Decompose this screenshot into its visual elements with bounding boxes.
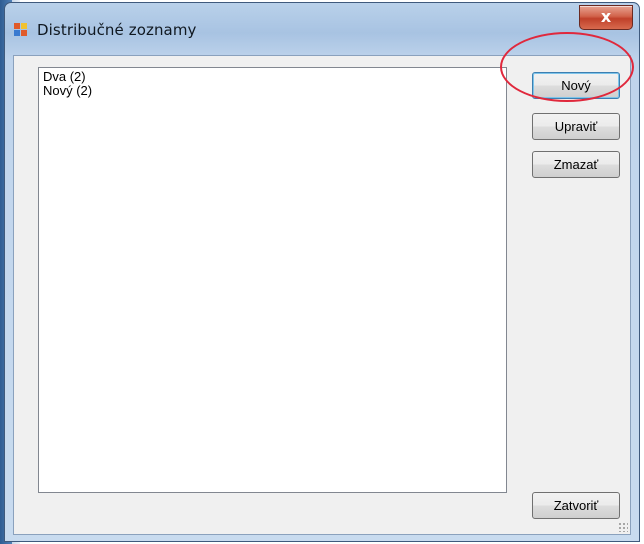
distribution-list-box[interactable]: Dva (2) Nový (2) [38,67,507,493]
close-icon[interactable]: x [579,5,633,30]
dialog-client-area: Dva (2) Nový (2) Nový Upraviť Zmazať Zat… [13,55,631,535]
dialog-window: Distribučné zoznamy x Dva (2) Nový (2) N… [4,2,640,542]
delete-button[interactable]: Zmazať [532,151,620,178]
close-button[interactable]: Zatvoriť [532,492,620,519]
title-bar[interactable]: Distribučné zoznamy x [5,3,639,55]
new-button[interactable]: Nový [532,72,620,99]
edit-button[interactable]: Upraviť [532,113,620,140]
window-title: Distribučné zoznamy [37,21,197,39]
window-app-icon [14,23,28,37]
list-item[interactable]: Nový (2) [43,84,502,98]
resize-grip-icon[interactable] [618,522,628,532]
list-item[interactable]: Dva (2) [43,70,502,84]
